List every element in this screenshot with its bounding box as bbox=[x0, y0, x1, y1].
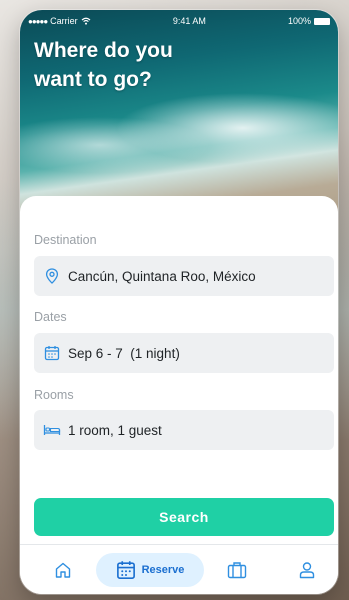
user-icon bbox=[299, 562, 315, 579]
tab-reserve-label: Reserve bbox=[141, 564, 185, 576]
status-right: 100% bbox=[288, 16, 330, 26]
rooms-value: 1 room, 1 guest bbox=[68, 422, 162, 438]
rooms-label: Rooms bbox=[34, 388, 74, 402]
battery-icon bbox=[314, 17, 330, 25]
tab-home[interactable] bbox=[46, 553, 80, 587]
calendar-icon bbox=[116, 561, 135, 579]
dates-field[interactable]: Sep 6 - 7 (1 night) bbox=[34, 333, 334, 373]
status-left: ●●●●● Carrier bbox=[28, 16, 91, 26]
status-time: 9:41 AM bbox=[172, 16, 206, 26]
status-bar: ●●●●● Carrier 9:41 AM 100% bbox=[20, 10, 338, 32]
calendar-icon bbox=[42, 343, 62, 363]
bottom-tab-bar: Reserve bbox=[20, 544, 338, 594]
battery-percent: 100% bbox=[287, 16, 311, 26]
signal-icon: ●●●●● bbox=[28, 16, 48, 26]
tab-trips[interactable] bbox=[220, 553, 254, 587]
search-button[interactable]: Search bbox=[34, 498, 334, 536]
carrier-label: Carrier bbox=[50, 16, 78, 26]
dates-value: Sep 6 - 7 (1 night) bbox=[68, 345, 180, 361]
tab-reserve[interactable]: Reserve bbox=[96, 553, 204, 587]
dates-label: Dates bbox=[34, 310, 67, 324]
headline-line-2: want to go? bbox=[34, 68, 152, 91]
rooms-field[interactable]: 1 room, 1 guest bbox=[34, 410, 334, 450]
bed-icon bbox=[42, 420, 62, 440]
suitcase-icon bbox=[227, 562, 247, 579]
page-title: Where do you want to go? bbox=[34, 36, 254, 94]
home-icon bbox=[55, 562, 71, 578]
destination-value: Cancún, Quintana Roo, México bbox=[68, 268, 256, 284]
tab-profile[interactable] bbox=[290, 553, 324, 587]
headline-line-1: Where do you bbox=[34, 39, 173, 62]
phone-frame: ●●●●● Carrier 9:41 AM 100% Where do you … bbox=[20, 10, 338, 594]
wifi-icon bbox=[81, 17, 91, 25]
destination-label: Destination bbox=[34, 233, 97, 247]
map-pin-icon bbox=[42, 266, 62, 286]
destination-field[interactable]: Cancún, Quintana Roo, México bbox=[34, 256, 334, 296]
